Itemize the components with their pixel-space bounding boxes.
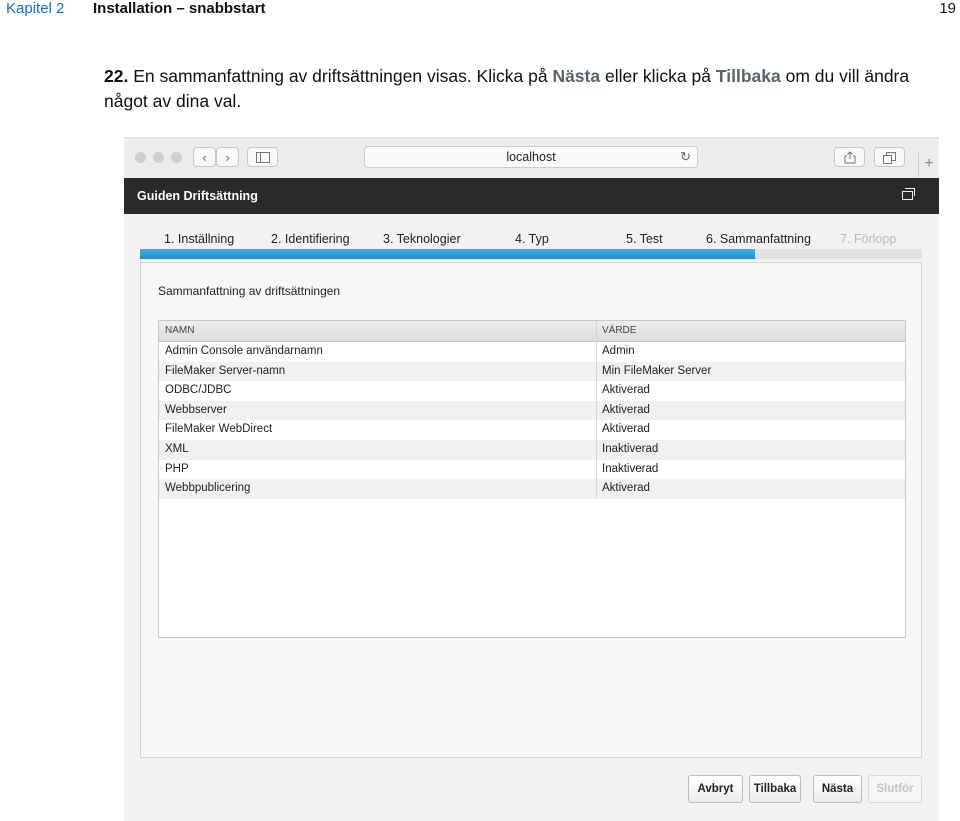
row-value: Inaktiverad: [602, 443, 659, 455]
table-row: FileMaker Server-namn Min FileMaker Serv…: [159, 361, 905, 382]
next-word: Nästa: [552, 66, 601, 86]
document-header: Kapitel 2 Installation – snabbstart 19: [0, 0, 960, 20]
row-value: Aktiverad: [602, 384, 650, 397]
next-button[interactable]: Nästa: [813, 775, 862, 803]
panel-title: Sammanfattning av driftsättningen: [158, 284, 341, 298]
table-row: Webbserver Aktiverad: [159, 400, 905, 421]
summary-panel: Sammanfattning av driftsättningen NAMN V…: [140, 262, 922, 758]
row-name: ODBC/JDBC: [165, 384, 232, 397]
row-name: XML: [165, 443, 189, 455]
back-icon[interactable]: ‹: [193, 147, 216, 167]
page-number: 19: [939, 0, 956, 17]
step-label: 2. Identifiering: [271, 232, 350, 246]
step-label: 4. Typ: [515, 232, 549, 246]
row-name: Webbpublicering: [165, 482, 251, 495]
summary-table: NAMN VÄRDE Admin Console användarnamn Ad…: [158, 320, 906, 638]
forward-icon[interactable]: ›: [216, 147, 239, 167]
row-name: FileMaker Server-namn: [165, 364, 286, 377]
step-instruction: 22. En sammanfattning av driftsättningen…: [104, 64, 954, 114]
table-row: XML Inaktiverad: [159, 440, 905, 460]
restore-window-icon[interactable]: [902, 188, 915, 200]
finish-button[interactable]: Slutför: [868, 775, 922, 803]
chapter-label: Kapitel 2: [6, 0, 65, 17]
cancel-button[interactable]: Avbryt: [688, 775, 743, 803]
column-header-name: NAMN: [165, 325, 195, 336]
window-close-dot[interactable]: [135, 152, 146, 163]
step-text-middle: eller klicka på: [600, 66, 716, 86]
row-value: Aktiverad: [602, 482, 650, 495]
table-row: ODBC/JDBC Aktiverad: [159, 381, 905, 401]
step-label: 6. Sammanfattning: [706, 232, 811, 246]
address-text: localhost: [506, 150, 556, 164]
row-value: Aktiverad: [602, 423, 650, 436]
row-name: FileMaker WebDirect: [165, 423, 273, 436]
back-word: Tillbaka: [715, 66, 781, 86]
table-row: Admin Console användarnamn Admin: [159, 342, 905, 362]
browser-toolbar: ‹ › localhost ↻ +: [124, 138, 939, 179]
row-value: Inaktiverad: [602, 462, 659, 475]
window-zoom-dot[interactable]: [171, 152, 182, 163]
plus-icon[interactable]: +: [918, 153, 939, 177]
step-label: 5. Test: [626, 232, 663, 246]
address-bar[interactable]: localhost ↻: [364, 146, 698, 168]
back-button[interactable]: Tillbaka: [749, 775, 801, 803]
row-name: PHP: [165, 462, 189, 475]
table-row: PHP Inaktiverad: [159, 460, 905, 480]
table-header: NAMN VÄRDE: [159, 321, 905, 342]
table-row: FileMaker WebDirect Aktiverad: [159, 420, 905, 440]
table-row: Webbpublicering Aktiverad: [159, 479, 905, 499]
wizard-titlebar: Guiden Driftsättning: [124, 178, 939, 214]
step-number: 22.: [104, 66, 129, 86]
reload-icon[interactable]: ↻: [680, 149, 691, 165]
column-header-value: VÄRDE: [602, 325, 637, 336]
step-label-inactive: 7. Förlopp: [840, 232, 897, 246]
step-text-before: En sammanfattning av driftsättningen vis…: [128, 66, 553, 86]
progress-fill: [140, 249, 755, 259]
sidebar-icon[interactable]: [247, 147, 278, 167]
wizard-title: Guiden Driftsättning: [137, 189, 258, 203]
step-label: 3. Teknologier: [383, 232, 461, 246]
row-value: Admin: [602, 345, 635, 357]
row-value: Aktiverad: [602, 403, 650, 416]
browser-screenshot: ‹ › localhost ↻ + Guiden Driftsättning 1…: [124, 137, 939, 821]
step-label: 1. Inställning: [164, 232, 235, 246]
row-value: Min FileMaker Server: [602, 364, 712, 377]
tabs-icon[interactable]: [874, 147, 905, 167]
progress-bar: [140, 249, 922, 259]
window-minimize-dot[interactable]: [153, 152, 164, 163]
row-name: Webbserver: [165, 403, 227, 416]
column-separator: [596, 321, 597, 499]
row-name: Admin Console användarnamn: [165, 345, 323, 357]
section-title: Installation – snabbstart: [93, 0, 266, 17]
share-icon[interactable]: [834, 147, 865, 167]
